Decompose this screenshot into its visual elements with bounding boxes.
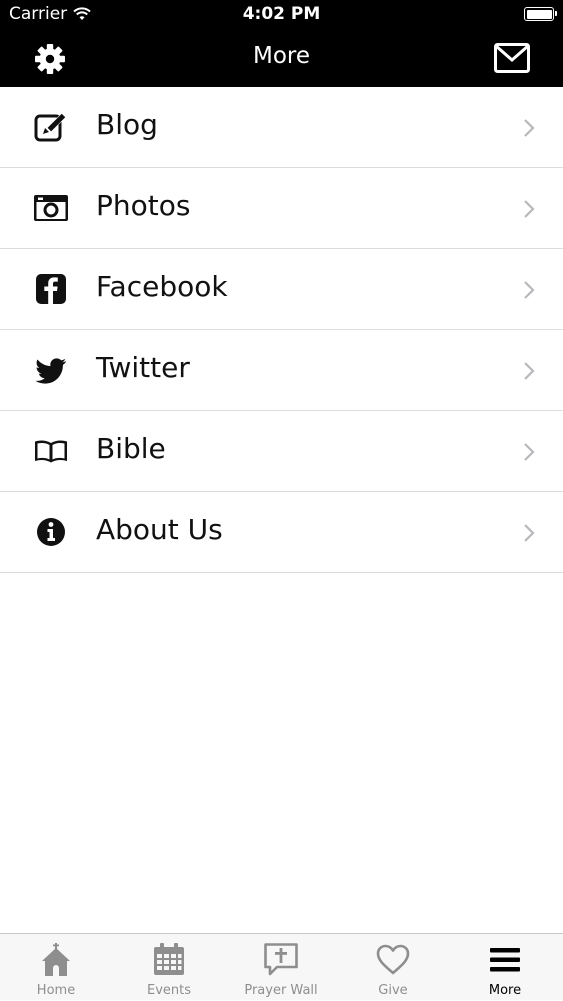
menu-item-bible[interactable]: Bible <box>0 411 563 492</box>
tab-label: Prayer Wall <box>244 983 318 998</box>
chevron-right-icon <box>524 362 535 380</box>
edit-icon <box>34 113 66 142</box>
clock: 4:02 PM <box>242 4 321 24</box>
menu-item-facebook[interactable]: Facebook <box>0 249 563 330</box>
menu-icon <box>490 948 520 972</box>
nav-bar: More <box>0 30 563 87</box>
menu-item-label: Photos <box>96 189 191 222</box>
more-menu-list: Blog Photos Facebook Twitter Bible About… <box>0 87 563 573</box>
tab-label: More <box>488 983 522 998</box>
status-bar: Carrier 4:02 PM <box>0 0 563 30</box>
calendar-icon <box>154 943 184 975</box>
menu-item-label: About Us <box>96 513 223 546</box>
heart-icon <box>376 944 410 975</box>
menu-item-label: Facebook <box>96 270 228 303</box>
facebook-icon <box>36 274 66 304</box>
menu-item-blog[interactable]: Blog <box>0 87 563 168</box>
tab-label: Events <box>146 983 191 998</box>
menu-item-twitter[interactable]: Twitter <box>0 330 563 411</box>
menu-item-label: Blog <box>96 108 158 141</box>
chevron-right-icon <box>524 524 535 542</box>
tab-label: Home <box>36 983 76 998</box>
church-icon <box>42 943 70 976</box>
camera-icon <box>34 195 68 221</box>
info-icon <box>37 518 65 546</box>
prayer-bubble-icon <box>264 943 298 976</box>
tab-home[interactable]: Home <box>0 934 112 1001</box>
battery-icon <box>524 7 557 21</box>
chevron-right-icon <box>524 200 535 218</box>
menu-item-label: Bible <box>96 432 166 465</box>
mail-icon[interactable] <box>494 43 530 73</box>
tab-more[interactable]: More <box>449 934 561 1001</box>
menu-item-label: Twitter <box>96 351 190 384</box>
tab-give[interactable]: Give <box>337 934 449 1001</box>
twitter-icon <box>35 358 66 384</box>
menu-item-about-us[interactable]: About Us <box>0 492 563 573</box>
tab-bar: Home Events Prayer Wall Give More <box>0 933 563 1000</box>
tab-label: Give <box>378 983 408 998</box>
menu-item-photos[interactable]: Photos <box>0 168 563 249</box>
tab-prayer-wall[interactable]: Prayer Wall <box>225 934 337 1001</box>
tab-events[interactable]: Events <box>113 934 225 1001</box>
chevron-right-icon <box>524 443 535 461</box>
page-title: More <box>252 43 311 69</box>
chevron-right-icon <box>524 119 535 137</box>
chevron-right-icon <box>524 281 535 299</box>
book-icon <box>35 440 67 463</box>
